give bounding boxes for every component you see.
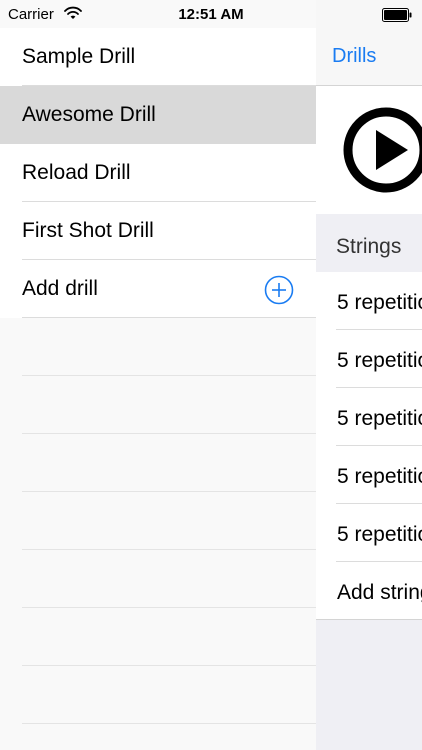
strings-list: 5 repetitions 5 repetitions 5 repetition… (316, 272, 422, 620)
string-row[interactable]: 5 repetitions (316, 446, 422, 504)
string-row-label: 5 repetitions (337, 291, 422, 314)
play-circle-icon[interactable] (342, 106, 422, 194)
drill-list: Sample Drill Awesome Drill Reload Drill … (0, 28, 316, 318)
empty-separator (22, 607, 316, 608)
drill-row-label: Reload Drill (22, 161, 131, 184)
empty-separator (22, 491, 316, 492)
status-time: 12:51 AM (178, 6, 244, 23)
add-drill-row[interactable]: Add drill (0, 260, 316, 318)
string-row[interactable]: 5 repetitions (316, 272, 422, 330)
drill-row-sample[interactable]: Sample Drill (0, 28, 316, 86)
drill-detail-panel: Drills Strings 5 repetitions 5 repetitio… (316, 0, 422, 750)
add-string-label: Add string (337, 581, 422, 604)
drill-row-reload[interactable]: Reload Drill (0, 144, 316, 202)
app-screen: Sample Drill Awesome Drill Reload Drill … (0, 0, 422, 750)
drill-row-label: First Shot Drill (22, 219, 154, 242)
add-string-row[interactable]: Add string (316, 562, 422, 620)
drills-back-button[interactable]: Drills (332, 45, 376, 68)
empty-separator (22, 549, 316, 550)
empty-separator (22, 433, 316, 434)
add-drill-label: Add drill (22, 277, 98, 300)
empty-separator (22, 665, 316, 666)
string-row-label: 5 repetitions (337, 349, 422, 372)
section-title: Strings (336, 235, 402, 258)
string-row[interactable]: 5 repetitions (316, 504, 422, 562)
string-row-label: 5 repetitions (337, 523, 422, 546)
row-separator (316, 619, 422, 620)
drill-drawer: Sample Drill Awesome Drill Reload Drill … (0, 0, 316, 750)
string-row[interactable]: 5 repetitions (316, 330, 422, 388)
plus-circle-icon[interactable] (264, 275, 294, 305)
drill-row-awesome[interactable]: Awesome Drill (0, 86, 316, 144)
drill-row-label: Awesome Drill (22, 103, 156, 126)
strings-section-header: Strings (316, 214, 422, 272)
play-area (316, 86, 422, 214)
status-bar: Carrier 12:51 AM (0, 0, 422, 30)
battery-icon (382, 8, 412, 22)
string-row[interactable]: 5 repetitions (316, 388, 422, 446)
drill-row-first-shot[interactable]: First Shot Drill (0, 202, 316, 260)
empty-separator (22, 723, 316, 724)
string-row-label: 5 repetitions (337, 407, 422, 430)
empty-separator (22, 375, 316, 376)
empty-table-area (0, 318, 316, 750)
string-row-label: 5 repetitions (337, 465, 422, 488)
drill-row-label: Sample Drill (22, 45, 136, 68)
